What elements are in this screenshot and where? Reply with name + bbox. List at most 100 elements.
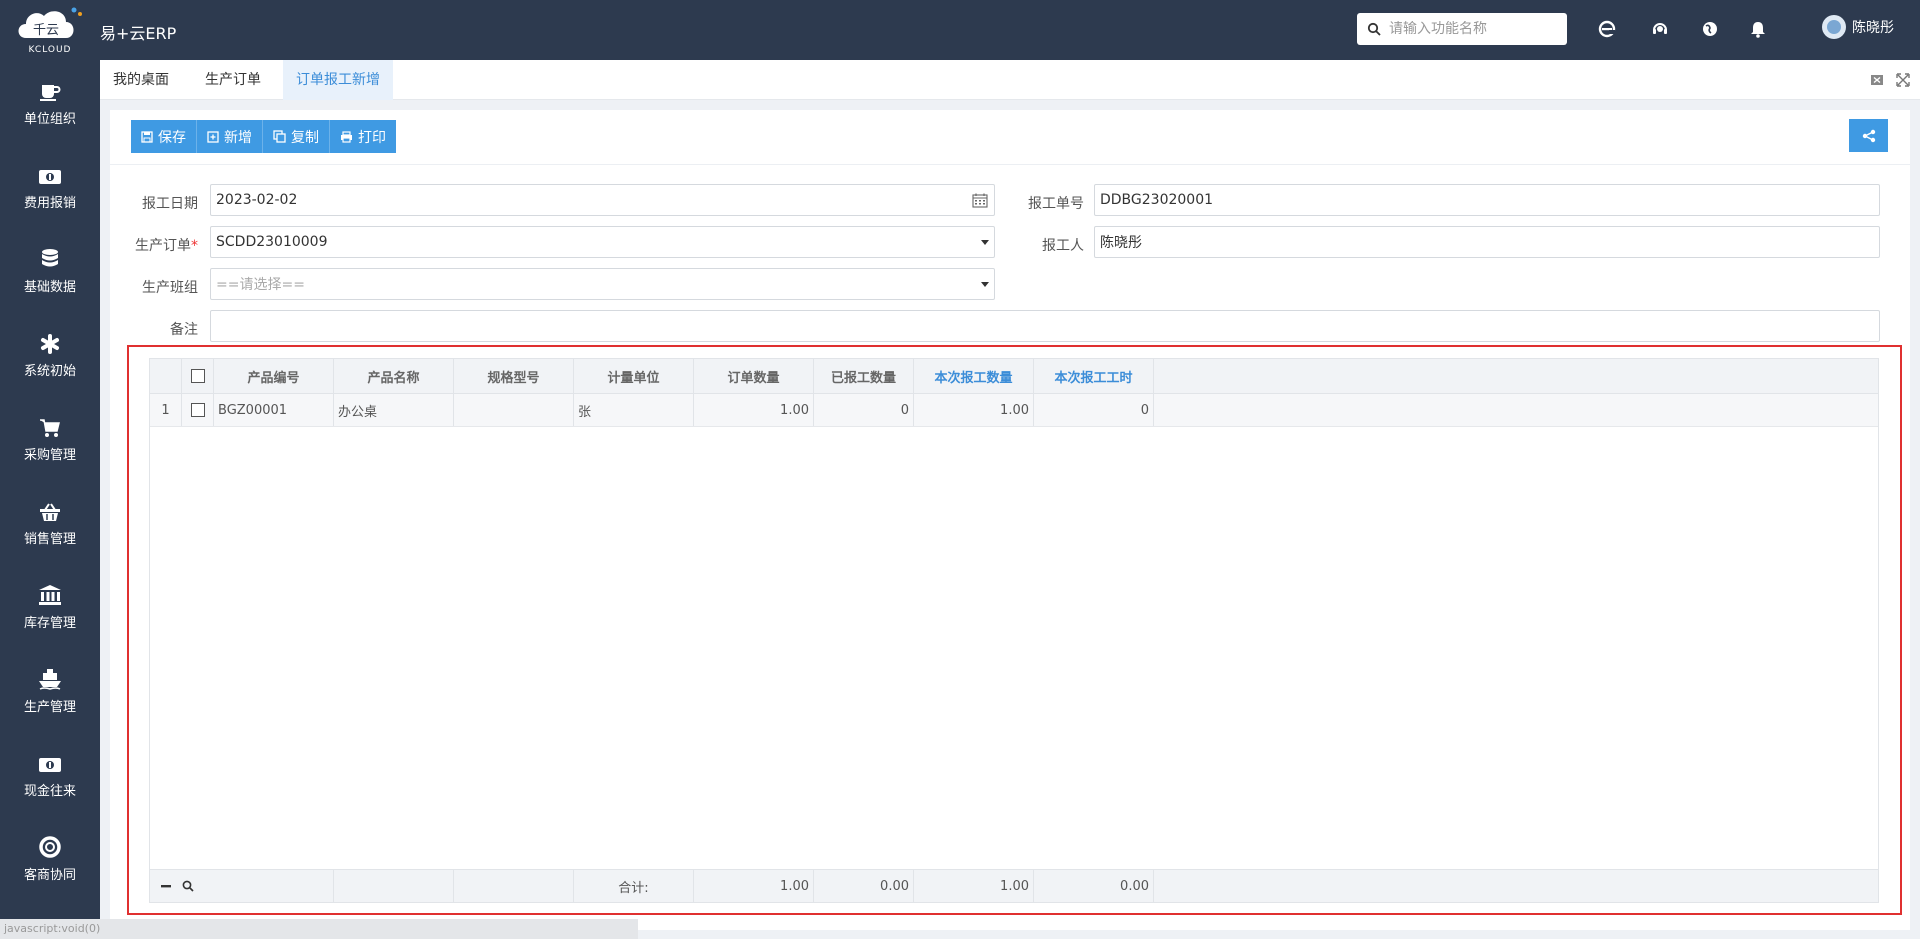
cart-icon — [0, 410, 100, 438]
order-qty-cell[interactable]: 1.00 — [694, 394, 814, 426]
reporter-field[interactable]: 陈晓彤 — [1094, 226, 1880, 258]
select-all-cell — [182, 359, 214, 393]
search-icon — [1367, 22, 1381, 36]
row-index: 1 — [150, 394, 182, 426]
column-header[interactable]: 计量单位 — [574, 359, 694, 393]
copy-button[interactable]: 复制 — [263, 120, 330, 153]
tab-desktop[interactable]: 我的桌面 — [100, 60, 182, 100]
reporter-label: 报工人 — [1042, 238, 1084, 254]
asterisk-icon — [0, 326, 100, 354]
tab-order-report-new[interactable]: 订单报工新增 — [283, 60, 393, 100]
team-placeholder: ==请选择== — [216, 277, 305, 293]
footer-total-label: 合计: — [574, 870, 694, 902]
footer-empty — [454, 870, 574, 902]
column-header[interactable]: 已报工数量 — [814, 359, 914, 393]
user-menu[interactable]: 陈晓彤 — [1822, 15, 1894, 39]
reported-qty-cell[interactable]: 0 — [814, 394, 914, 426]
column-header[interactable]: 订单数量 — [694, 359, 814, 393]
tab-bar: 我的桌面 生产订单 订单报工新增 — [100, 60, 1920, 100]
column-header[interactable]: 本次报工工时 — [1034, 359, 1154, 393]
search-icon[interactable] — [182, 880, 194, 892]
plus-square-icon — [207, 130, 219, 143]
toolbar-divider — [110, 164, 1910, 165]
function-search[interactable] — [1357, 13, 1567, 45]
detail-grid: 产品编号 产品名称 规格型号 计量单位 订单数量 已报工数量 本次报工数量 本次… — [149, 358, 1879, 903]
logo-subtext: KCLOUD — [29, 45, 72, 55]
report-no-label: 报工单号 — [1028, 196, 1084, 212]
search-input[interactable] — [1389, 21, 1559, 37]
print-icon — [341, 130, 352, 143]
footer-this-qty: 1.00 — [914, 870, 1034, 902]
this-qty-cell[interactable]: 1.00 — [914, 394, 1034, 426]
sidebar-item-inventory[interactable]: 库存管理 — [0, 564, 100, 648]
report-date-label: 报工日期 — [142, 196, 198, 212]
sidebar-item-org[interactable]: 单位组织 — [0, 60, 100, 144]
remark-field[interactable] — [210, 310, 1880, 342]
share-button[interactable] — [1849, 119, 1888, 152]
browser-e-icon[interactable] — [1596, 18, 1618, 40]
sidebar-item-sales[interactable]: 销售管理 — [0, 480, 100, 564]
product-name-cell[interactable]: 办公桌 — [334, 394, 454, 426]
chevron-down-icon — [981, 282, 989, 287]
sidebar-item-label: 基础数据 — [23, 280, 76, 295]
fullscreen-icon[interactable] — [1896, 73, 1910, 87]
sidebar-item-purchase[interactable]: 采购管理 — [0, 396, 100, 480]
calendar-icon[interactable] — [972, 193, 988, 208]
sidebar: 单位组织 费用报销 基础数据 系统初始 采购管理 销售管理 库存管理 生产管理 … — [0, 60, 100, 939]
grid-header: 产品编号 产品名称 规格型号 计量单位 订单数量 已报工数量 本次报工数量 本次… — [150, 359, 1878, 394]
production-order-label: 生产订单* — [135, 238, 198, 254]
tab-production-order[interactable]: 生产订单 — [192, 60, 274, 100]
minus-icon[interactable] — [160, 880, 172, 892]
sidebar-item-label: 销售管理 — [23, 532, 76, 547]
money-icon — [0, 746, 100, 774]
remark-label: 备注 — [170, 322, 198, 338]
sidebar-item-expense[interactable]: 费用报销 — [0, 144, 100, 228]
production-order-select[interactable]: SCDD23010009 — [210, 226, 995, 258]
toolbar: 保存 新增 复制 打印 — [131, 120, 396, 153]
this-hours-cell[interactable]: 0 — [1034, 394, 1154, 426]
sidebar-item-init[interactable]: 系统初始 — [0, 312, 100, 396]
lifebuoy-icon — [0, 830, 100, 858]
sidebar-item-label: 客商协同 — [23, 868, 76, 883]
sidebar-item-production[interactable]: 生产管理 — [0, 648, 100, 732]
support-headset-icon[interactable] — [1649, 18, 1671, 40]
database-icon — [0, 242, 100, 270]
report-date-field[interactable]: 2023-02-02 — [210, 184, 995, 216]
copy-label: 复制 — [291, 129, 319, 146]
column-header[interactable]: 本次报工数量 — [914, 359, 1034, 393]
add-label: 新增 — [224, 129, 252, 146]
product-code-cell[interactable]: BGZ00001 — [214, 394, 334, 426]
unit-cell[interactable]: 张 — [574, 394, 694, 426]
table-row[interactable]: 1 BGZ00001 办公桌 张 1.00 0 1.00 0 — [150, 394, 1878, 427]
basket-icon — [0, 494, 100, 522]
team-select[interactable]: ==请选择== — [210, 268, 995, 300]
close-tab-icon[interactable] — [1870, 73, 1884, 87]
sidebar-item-partner[interactable]: 客商协同 — [0, 816, 100, 900]
row-checkbox[interactable] — [190, 403, 205, 417]
globe-icon[interactable] — [1699, 18, 1721, 40]
select-all-checkbox[interactable] — [190, 369, 205, 383]
ship-icon — [0, 662, 100, 690]
report-no-value: DDBG23020001 — [1100, 192, 1214, 208]
bell-icon[interactable] — [1747, 18, 1769, 40]
sidebar-item-basedata[interactable]: 基础数据 — [0, 228, 100, 312]
column-header[interactable]: 产品名称 — [334, 359, 454, 393]
sidebar-item-label: 库存管理 — [23, 616, 76, 631]
sidebar-item-label: 系统初始 — [23, 364, 76, 379]
logo-text: 千云 — [33, 23, 59, 38]
print-button[interactable]: 打印 — [330, 120, 396, 153]
spec-cell[interactable] — [454, 394, 574, 426]
add-button[interactable]: 新增 — [197, 120, 263, 153]
sidebar-item-cash[interactable]: 现金往来 — [0, 732, 100, 816]
column-header[interactable]: 规格型号 — [454, 359, 574, 393]
column-header[interactable]: 产品编号 — [214, 359, 334, 393]
share-icon — [1862, 129, 1875, 142]
kcloud-logo[interactable]: 千云 KCLOUD — [12, 4, 88, 56]
footer-empty — [334, 870, 454, 902]
index-header — [150, 359, 182, 393]
report-date-value: 2023-02-02 — [216, 192, 298, 208]
report-no-field[interactable]: DDBG23020001 — [1094, 184, 1880, 216]
footer-actions — [150, 870, 334, 902]
copy-icon — [273, 130, 286, 143]
save-button[interactable]: 保存 — [131, 120, 197, 153]
